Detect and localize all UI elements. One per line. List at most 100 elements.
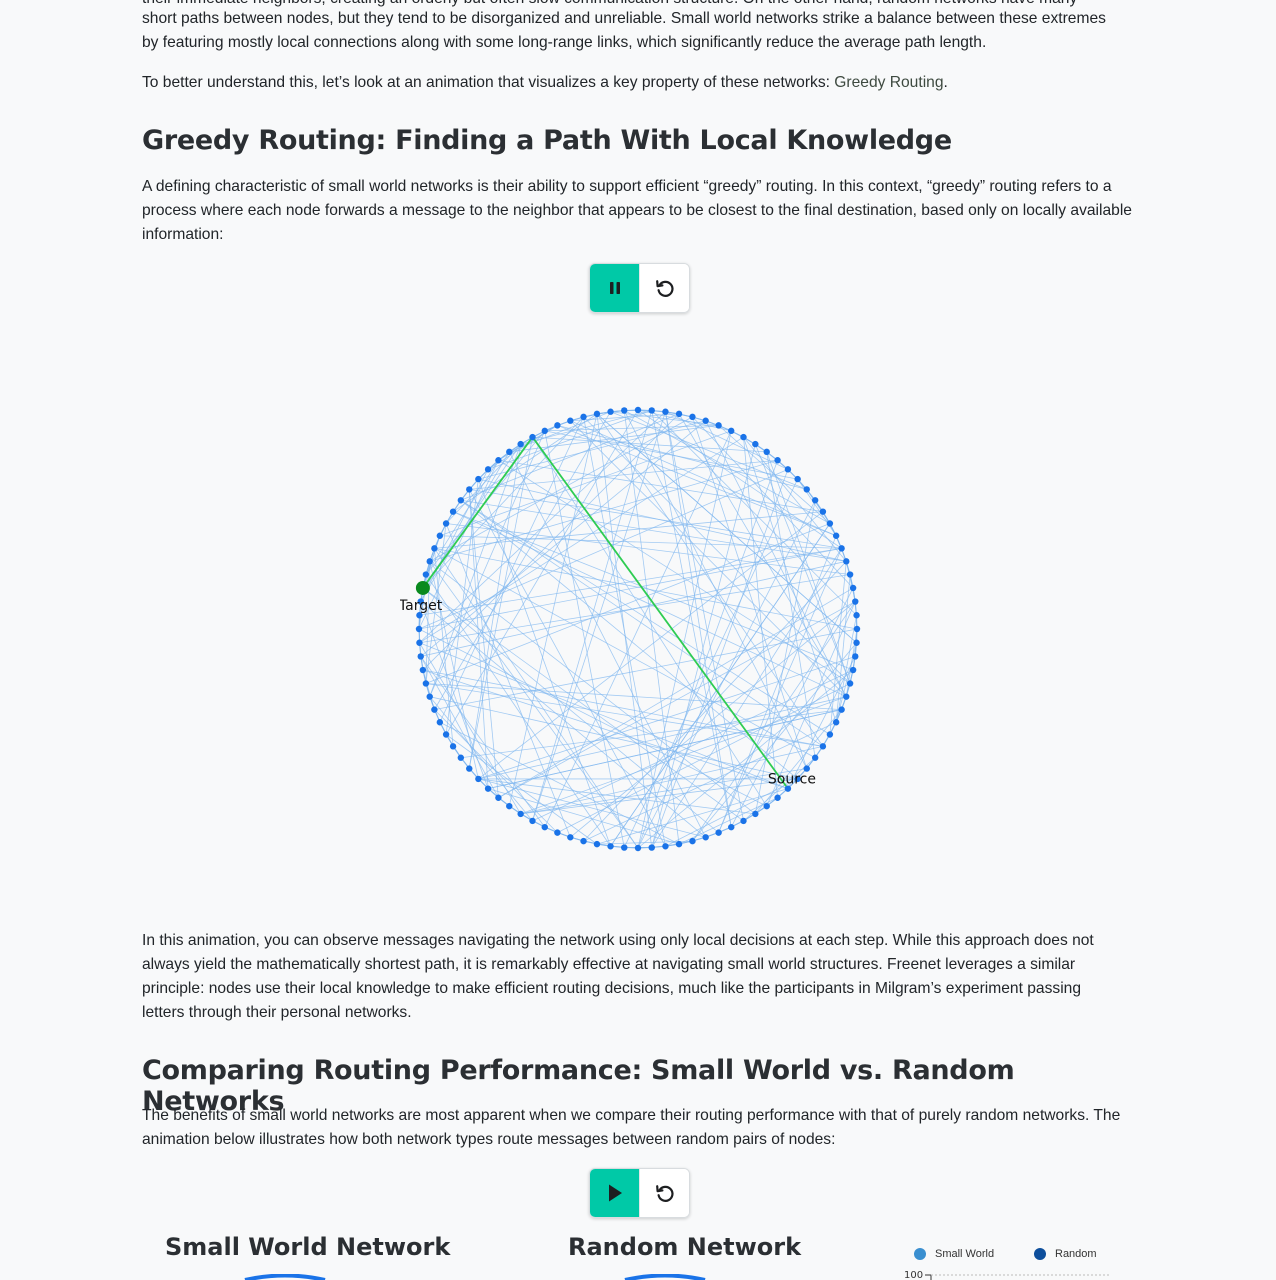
network-node: [763, 802, 770, 810]
network-node: [449, 508, 457, 515]
routing-path-segment: [422, 436, 534, 589]
network-node: [634, 406, 642, 414]
network-node: [567, 417, 574, 424]
legend-label-small-world: Small World: [935, 1248, 995, 1260]
network-node: [426, 558, 433, 565]
long-range-edge: [692, 416, 854, 589]
network-node: [593, 410, 601, 418]
network-node: [449, 743, 457, 750]
network-node: [416, 639, 423, 646]
network-node: [415, 625, 423, 633]
long-range-edge: [468, 489, 666, 847]
random-network-preview: [624, 1274, 706, 1280]
network-node: [607, 408, 614, 415]
network-node: [752, 810, 759, 818]
pause-button[interactable]: [590, 264, 639, 312]
y-axis-tick-label: 100: [904, 1270, 923, 1280]
network-node: [849, 584, 857, 592]
network-node: [621, 407, 628, 414]
network-node: [607, 843, 614, 850]
network-node: [853, 612, 860, 619]
legend-label-random: Random: [1055, 1248, 1097, 1260]
network-node: [662, 843, 669, 850]
long-range-edge: [718, 548, 842, 833]
reset-icon: [655, 280, 674, 297]
network-node: [457, 754, 465, 761]
network-node: [728, 427, 735, 435]
path-length-chart-top: 100: [904, 1270, 1110, 1280]
play-button[interactable]: [590, 1169, 639, 1217]
pause-icon: [609, 282, 620, 294]
long-range-edge: [845, 561, 856, 602]
network-node: [826, 731, 834, 738]
animation-intro-paragraph: To better understand this, let’s look at…: [142, 71, 948, 95]
network-node: [843, 693, 850, 700]
long-range-edge: [422, 416, 584, 589]
network-node: [554, 422, 561, 429]
network-node: [843, 558, 850, 565]
comparison-animation-controls: [589, 1168, 690, 1218]
network-node: [662, 408, 669, 415]
network-node: [466, 486, 473, 493]
network-node: [852, 653, 859, 660]
network-node: [702, 417, 709, 424]
long-range-edge: [583, 416, 851, 684]
network-node: [529, 433, 536, 441]
greedy-routing-link[interactable]: Greedy Routing: [834, 74, 943, 91]
reset-button[interactable]: [639, 1169, 689, 1217]
network-node: [422, 571, 430, 578]
long-range-edge: [422, 587, 744, 822]
greedy-routing-heading: Greedy Routing: Finding a Path With Loca…: [142, 125, 952, 156]
network-node: [826, 520, 834, 527]
network-node: [784, 466, 792, 473]
network-node: [580, 413, 587, 421]
sentence-end: .: [943, 74, 948, 91]
network-node: [689, 837, 696, 845]
long-range-edge: [544, 424, 719, 432]
network-node: [763, 448, 770, 456]
long-range-edge: [429, 696, 533, 822]
legend-dot-random: [1034, 1248, 1046, 1260]
network-node: [529, 817, 536, 825]
network-node: [715, 829, 722, 836]
network-node: [852, 598, 859, 605]
network-node: [506, 448, 513, 456]
long-range-edge: [743, 436, 837, 723]
long-range-edge: [692, 642, 857, 842]
network-node: [634, 844, 642, 852]
reset-button[interactable]: [639, 264, 689, 312]
network-node: [621, 844, 628, 851]
greedy-animation-controls: [589, 263, 690, 313]
network-node: [431, 545, 438, 552]
long-range-edge: [743, 437, 778, 798]
long-range-edge: [460, 499, 847, 562]
network-node: [422, 680, 430, 687]
animation-intro-text: To better understand this, let’s look at…: [142, 74, 835, 91]
network-node: [819, 508, 827, 515]
network-node: [675, 840, 683, 848]
small-world-network-title: Small World Network: [165, 1233, 451, 1261]
network-node: [495, 457, 502, 464]
network-node: [457, 497, 465, 504]
network-node: [832, 532, 840, 539]
network-node: [442, 520, 450, 527]
network-node: [689, 413, 696, 421]
network-node: [838, 545, 845, 552]
small-world-network-preview: [244, 1274, 326, 1280]
network-node: [794, 475, 801, 483]
target-label: Target: [400, 598, 443, 614]
intro-paragraph-line: by featuring mostly local connections al…: [142, 34, 987, 51]
network-node: [675, 410, 683, 418]
target-node: [415, 580, 430, 595]
network-node: [846, 680, 854, 687]
long-range-edge: [665, 411, 744, 821]
network-node: [752, 440, 759, 448]
network-node: [554, 829, 561, 836]
intro-paragraph-line: short paths between nodes, but they tend…: [142, 10, 1106, 27]
network-node: [811, 754, 819, 761]
network-node: [466, 765, 473, 772]
network-node: [838, 706, 845, 713]
network-node: [811, 497, 819, 504]
long-range-edge: [557, 425, 837, 537]
long-range-edge: [766, 451, 851, 684]
